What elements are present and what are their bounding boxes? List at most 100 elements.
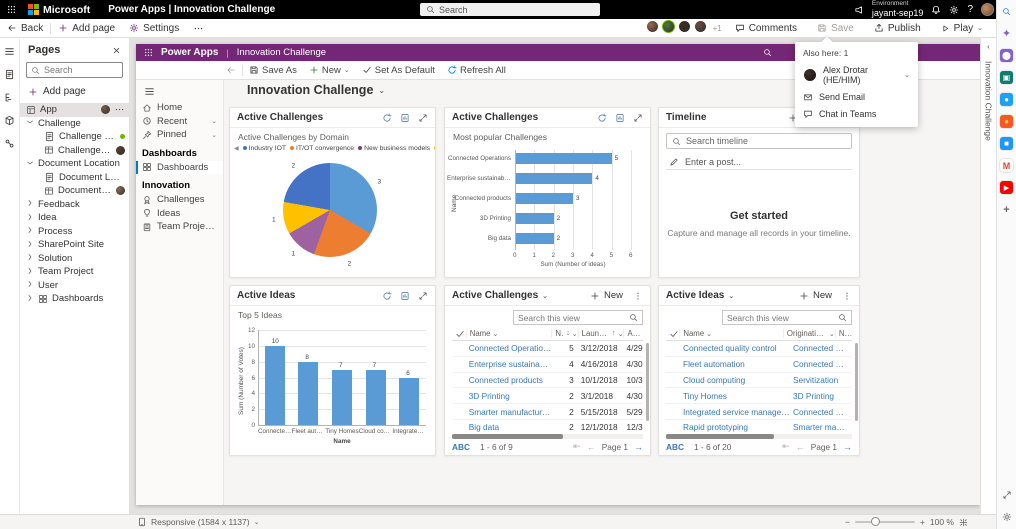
table-row[interactable]: Connected quality controlConnected Op [666,341,852,357]
select-all-checkbox[interactable] [666,329,679,339]
pages-tool-icon[interactable] [4,69,15,80]
more-vertical-icon[interactable] [633,291,643,301]
tree-item-solution[interactable]: Solution [20,252,129,266]
sitemap-item-pinned[interactable]: Pinned⌄ [136,128,223,142]
add-page-button[interactable]: Add page [51,19,122,37]
column-header-launch[interactable]: Launch...↑⌄ [578,329,624,338]
tree-item-feedback[interactable]: Feedback [20,198,129,212]
set-as-default-button[interactable]: Set As Default [356,61,441,79]
environment-picker[interactable]: Environment jayant-sep19 [872,1,924,18]
chevron-right-icon[interactable] [26,199,34,209]
fit-to-screen-icon[interactable] [959,518,968,527]
components-tool-icon[interactable] [4,115,15,126]
device-selector[interactable]: Responsive (1584 x 1137) ⌄ [137,517,259,527]
previous-page-icon[interactable]: ← [587,442,596,452]
chevron-right-icon[interactable] [26,267,34,277]
column-header-acce[interactable]: Acce [623,329,643,338]
legend-prev-icon[interactable]: ◀ [234,145,239,152]
send-email-action[interactable]: Send Email [803,92,910,102]
chevron-right-icon[interactable] [26,240,34,250]
column-header-numb[interactable]: Numb...↓⌄ [551,329,577,338]
back-button[interactable]: Back [0,19,50,37]
record-link[interactable]: 3D Printing [466,391,552,401]
camera-icon[interactable]: ■ [1000,137,1013,150]
refresh-all-button[interactable]: Refresh All [441,61,512,79]
tree-item-challenge[interactable]: Challenge [20,117,129,131]
briefcase-icon[interactable]: ▣ [1000,71,1013,84]
chevron-down-icon[interactable] [26,159,34,169]
table-row[interactable]: Tiny Homes3D Printing [666,388,852,404]
new-button[interactable]: New⌄ [303,61,356,79]
close-icon[interactable] [112,46,121,55]
grid-title[interactable]: Active Ideas⌄ [666,290,734,301]
table-row[interactable]: Big data212/1/201812/3 [452,420,643,433]
zoom-in-icon[interactable]: + [920,517,925,527]
record-link[interactable]: 3D Printing [790,391,845,401]
presence-avatars[interactable] [646,20,707,36]
expand-icon[interactable] [418,291,428,301]
chevron-right-icon[interactable] [26,213,34,223]
refresh-icon[interactable] [382,291,392,301]
report-icon[interactable] [615,113,625,123]
jump-bar-abc[interactable]: ABC [452,442,470,452]
vertical-scrollbar[interactable] [855,343,858,421]
tree-item-process[interactable]: Process [20,225,129,239]
waffle-icon[interactable] [144,48,153,57]
save-as-button[interactable]: Save As [243,61,303,79]
view-search-input[interactable]: Search this view [513,310,643,325]
search-icon[interactable] [1000,5,1013,18]
next-page-icon[interactable]: → [634,442,643,452]
zoom-slider-thumb[interactable] [871,517,880,526]
mail-icon[interactable]: M [1000,159,1013,172]
column-header-name[interactable]: Name⌄ [679,329,783,338]
presence-avatar[interactable] [662,20,675,33]
select-all-checkbox[interactable] [452,329,466,339]
table-row[interactable]: Integrated service managementConnected O… [666,404,852,420]
expand-icon[interactable] [633,113,643,123]
tree-item-challenge-view[interactable]: Challenge view [20,144,129,158]
record-link[interactable]: Smarter manuf [790,422,845,432]
global-search-input[interactable]: Search [420,3,600,16]
tree-item-app[interactable]: App [20,103,129,117]
sitemap-item-team-projects[interactable]: Team Projects [136,220,223,234]
record-link[interactable]: Tiny Homes [680,391,790,401]
tree-item-document-location-form[interactable]: Document Location form [20,171,129,185]
presence-avatar[interactable] [646,20,659,33]
view-search-input[interactable]: Search this view [722,310,852,325]
window-icon[interactable] [1000,488,1013,501]
presence-overflow-count[interactable]: +1 [713,24,722,33]
gear-icon[interactable] [1000,510,1013,523]
menu-icon[interactable] [4,46,15,57]
jump-bar-abc[interactable]: ABC [666,442,684,452]
bird-icon[interactable]: ● [1000,93,1013,106]
column-header-num[interactable]: Num [835,329,852,338]
chat-in-teams-action[interactable]: Chat in Teams [803,109,910,119]
first-page-icon[interactable]: ⇤ [782,441,790,452]
tree-item-idea[interactable]: Idea [20,211,129,225]
help-icon[interactable]: ? [967,4,973,15]
record-link[interactable]: Big data [466,422,552,432]
table-row[interactable]: Rapid prototypingSmarter manuf [666,420,852,433]
next-page-icon[interactable]: → [843,442,852,452]
report-icon[interactable] [400,291,410,301]
chevron-right-icon[interactable] [26,294,34,304]
record-link[interactable]: Connected Op [790,359,845,369]
sitemap-item-dashboards[interactable]: Dashboards [136,161,223,175]
horizontal-scrollbar[interactable] [452,434,643,439]
table-row[interactable]: Cloud computingServitization [666,373,852,389]
app-search-icon[interactable] [763,48,772,57]
sitemap-toggle-icon[interactable] [136,82,223,101]
record-link[interactable]: Connected Operations [466,343,552,353]
column-header-originating[interactable]: Originating...⌄ [783,329,835,338]
table-row[interactable]: Connected products310/1/201810/3 [452,373,643,389]
settings-gear-icon[interactable] [949,5,959,15]
save-button[interactable]: Save [810,23,861,34]
record-link[interactable]: Rapid prototyping [680,422,790,432]
add-icon[interactable]: + [1000,203,1013,216]
chevron-right-icon[interactable] [26,280,34,290]
table-row[interactable]: Fleet automationConnected Op [666,357,852,373]
table-row[interactable]: 3D Printing23/1/20184/30 [452,388,643,404]
record-link[interactable]: Connected Op [790,407,845,417]
tree-item-dashboards[interactable]: Dashboards [20,292,129,306]
sitemap-item-ideas[interactable]: Ideas [136,207,223,221]
